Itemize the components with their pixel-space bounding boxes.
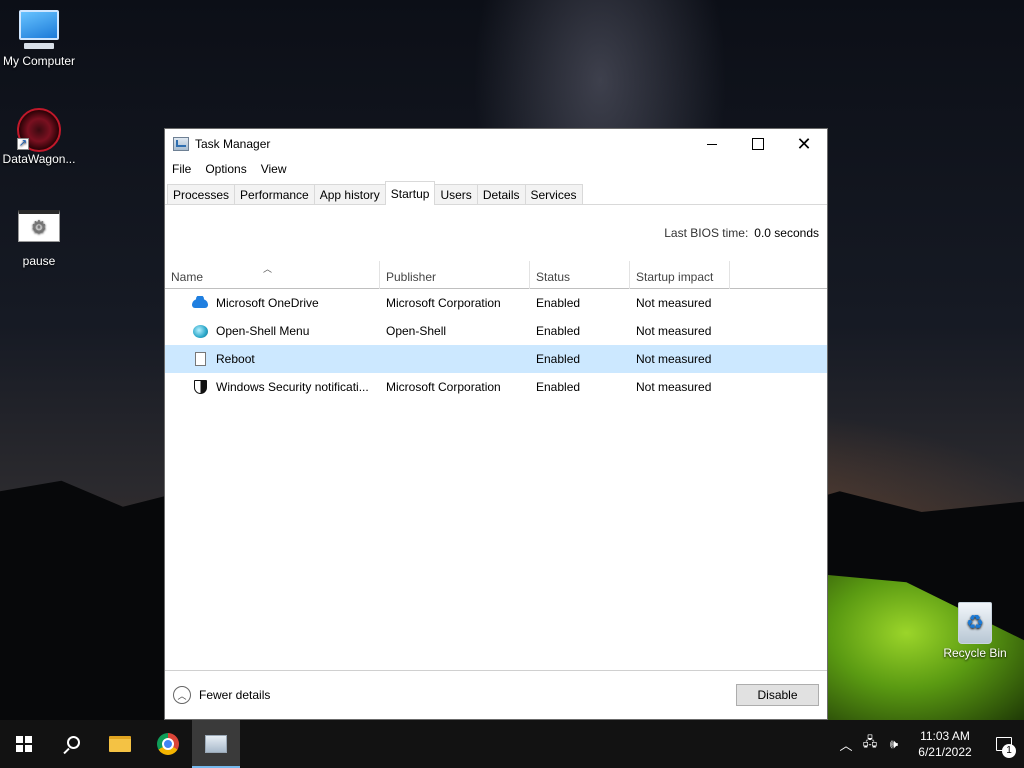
row-impact: Not measured [636, 324, 712, 338]
task-manager-window: Task Manager ✕ File Options View Process… [164, 128, 828, 720]
desktop-icon-label: pause [22, 254, 56, 268]
window-title: Task Manager [195, 137, 271, 151]
tab-performance[interactable]: Performance [234, 184, 315, 204]
tab-app-history[interactable]: App history [313, 184, 386, 204]
desktop-icon-recycle-bin[interactable]: ♻ Recycle Bin [936, 602, 1014, 660]
clock-time: 11:03 AM [920, 729, 970, 743]
datawagon-icon: ↗ [17, 108, 61, 152]
disable-button[interactable]: Disable [736, 684, 819, 706]
cell-name: Microsoft OneDrive [165, 296, 380, 310]
clock[interactable]: 11:03 AM 6/21/2022 [906, 728, 984, 760]
menu-view[interactable]: View [261, 162, 287, 176]
table-row-selected[interactable]: Reboot Enabled Not measured [165, 345, 827, 373]
row-impact: Not measured [636, 352, 712, 366]
column-header-label: Name [171, 270, 204, 284]
row-name: Windows Security notificati... [216, 380, 369, 394]
startup-list: Microsoft OneDrive Microsoft Corporation… [165, 289, 827, 401]
row-publisher: Microsoft Corporation [386, 380, 501, 394]
folder-icon [109, 736, 131, 752]
tab-strip: Processes Performance App history Startu… [165, 179, 827, 205]
row-status: Enabled [536, 380, 581, 394]
desktop-icon-datawagon[interactable]: ↗ DataWagon... [0, 108, 78, 166]
tab-users[interactable]: Users [434, 184, 478, 204]
fewer-details-button[interactable]: ︿ Fewer details [173, 686, 270, 704]
desktop-icon-pause[interactable]: ⚙ pause [0, 210, 78, 268]
maximize-button[interactable] [735, 129, 781, 159]
onedrive-icon [192, 296, 208, 310]
cell-name: Windows Security notificati... [165, 380, 380, 394]
row-status: Enabled [536, 296, 581, 310]
title-bar[interactable]: Task Manager ✕ [165, 129, 827, 159]
row-name: Open-Shell Menu [216, 324, 310, 338]
column-header-label: Startup impact [636, 270, 714, 284]
tab-details[interactable]: Details [476, 184, 526, 204]
shortcut-arrow-icon: ↗ [17, 138, 29, 150]
search-icon [67, 736, 80, 749]
menu-bar: File Options View [165, 159, 827, 179]
taskbar-file-explorer[interactable] [96, 720, 144, 768]
cell-name: Reboot [165, 352, 380, 366]
row-publisher: Microsoft Corporation [386, 296, 501, 310]
task-manager-icon [173, 137, 189, 151]
menu-options[interactable]: Options [205, 162, 246, 176]
search-button[interactable] [48, 720, 96, 768]
row-impact: Not measured [636, 380, 712, 394]
tab-processes[interactable]: Processes [167, 184, 236, 204]
cell-name: Open-Shell Menu [165, 324, 380, 338]
column-header-status[interactable]: Status [530, 261, 630, 289]
column-header-label: Publisher [386, 270, 437, 284]
taskbar-chrome[interactable] [144, 720, 192, 768]
action-center-button[interactable]: 1 [984, 720, 1024, 768]
task-manager-icon [205, 735, 227, 753]
row-status: Enabled [536, 352, 581, 366]
recycle-bin-icon: ♻ [953, 602, 997, 644]
column-header-startup-impact[interactable]: Startup impact [630, 261, 730, 289]
desktop-icon-label: My Computer [2, 54, 76, 68]
row-publisher: Open-Shell [386, 324, 447, 338]
windows-logo-icon [16, 736, 32, 752]
network-icon[interactable]: 🖧 [858, 720, 882, 768]
close-button[interactable]: ✕ [781, 129, 827, 159]
taskbar-task-manager[interactable] [192, 720, 240, 768]
tab-startup[interactable]: Startup [384, 181, 436, 205]
row-name: Reboot [216, 352, 255, 366]
system-tray: ︿ 🖧 🕪 11:03 AM 6/21/2022 1 [834, 720, 1024, 768]
fewer-details-label: Fewer details [199, 688, 271, 702]
notification-count: 1 [1002, 744, 1016, 758]
batch-file-gear-icon: ⚙ [17, 210, 61, 250]
minimize-button[interactable] [689, 129, 735, 159]
row-impact: Not measured [636, 296, 712, 310]
sort-ascending-icon: ︿ [263, 264, 273, 274]
row-name: Microsoft OneDrive [216, 296, 319, 310]
table-row[interactable]: Microsoft OneDrive Microsoft Corporation… [165, 289, 827, 317]
chevron-up-icon: ︿ [173, 686, 191, 704]
column-header-name[interactable]: ︿ Name [165, 261, 380, 289]
desktop-icon-label: DataWagon... [2, 152, 76, 166]
desktop-icon-label: Recycle Bin [943, 646, 1007, 660]
column-header-publisher[interactable]: Publisher [380, 261, 530, 289]
chrome-icon [157, 733, 179, 755]
taskbar: ︿ 🖧 🕪 11:03 AM 6/21/2022 1 [0, 720, 1024, 768]
start-button[interactable] [0, 720, 48, 768]
table-header: ︿ Name Publisher Status Startup impact [165, 261, 827, 289]
clock-date: 6/21/2022 [918, 745, 972, 759]
document-icon [192, 352, 208, 366]
tab-services[interactable]: Services [524, 184, 583, 204]
bios-time-label: Last BIOS time: [664, 226, 749, 240]
desktop-icon-my-computer[interactable]: My Computer [0, 10, 78, 68]
volume-icon[interactable]: 🕪 [882, 720, 906, 768]
table-row[interactable]: Open-Shell Menu Open-Shell Enabled Not m… [165, 317, 827, 345]
row-status: Enabled [536, 324, 581, 338]
shield-icon [192, 380, 208, 394]
bios-time: Last BIOS time: 0.0 seconds [165, 205, 827, 261]
column-header-label: Status [536, 270, 571, 284]
window-footer: ︿ Fewer details Disable [165, 670, 827, 719]
bios-time-value: 0.0 seconds [754, 226, 819, 240]
computer-icon [17, 10, 61, 50]
menu-file[interactable]: File [172, 162, 191, 176]
chevron-up-icon[interactable]: ︿ [834, 720, 858, 768]
open-shell-icon [192, 324, 208, 338]
table-row[interactable]: Windows Security notificati... Microsoft… [165, 373, 827, 401]
